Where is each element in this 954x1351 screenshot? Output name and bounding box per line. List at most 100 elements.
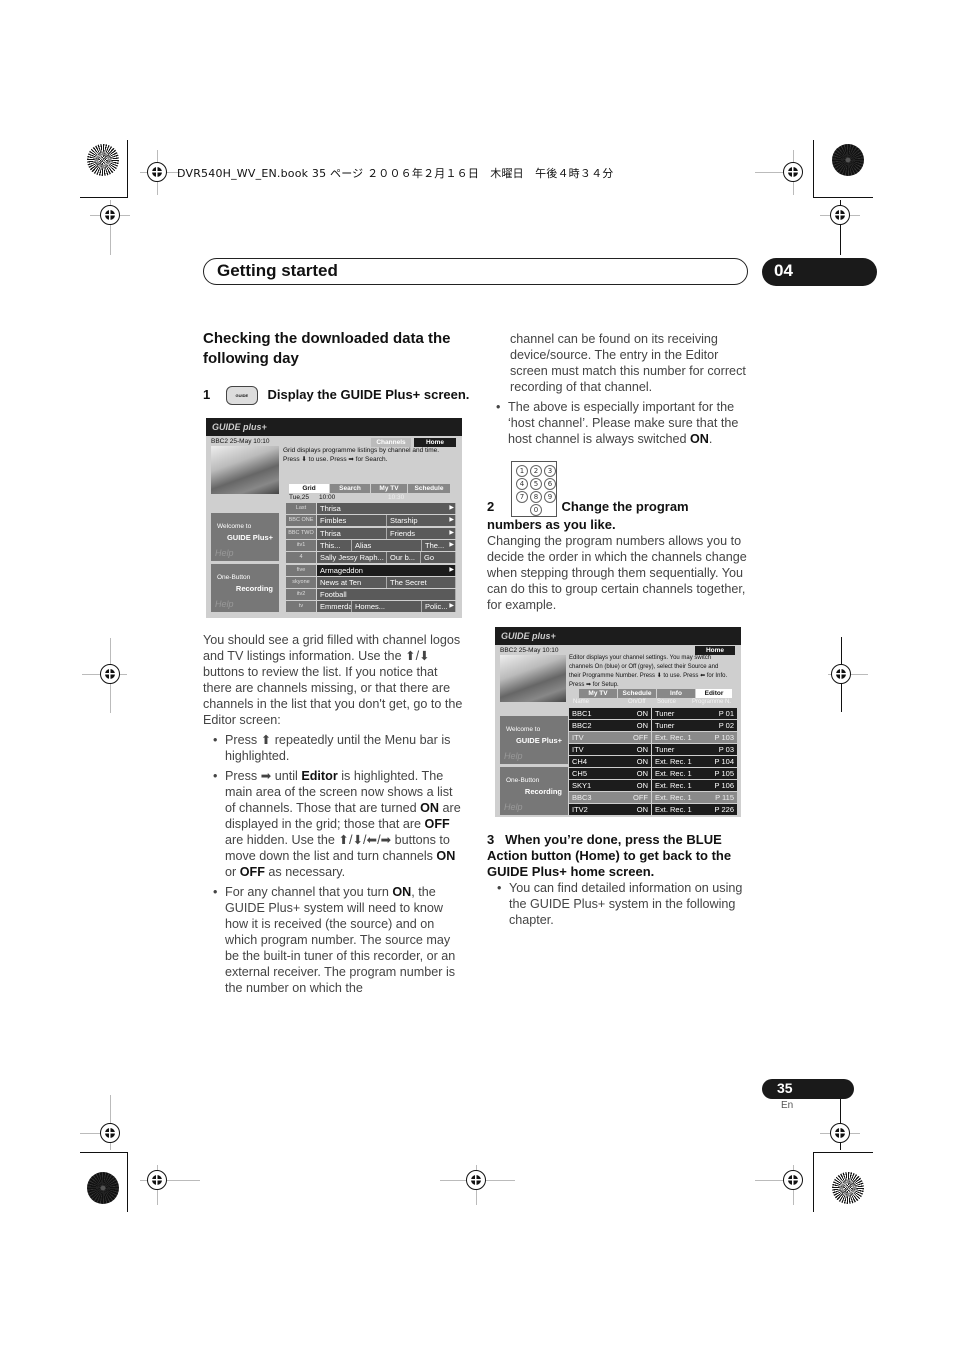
column-header-name: Name	[573, 699, 590, 705]
paragraph-text: channel can be found on its receiving de…	[510, 332, 746, 394]
programme-cell: Alias	[352, 539, 422, 551]
programme-number: P 115	[697, 792, 737, 803]
grid-row: five Armageddon ▶	[286, 564, 456, 576]
programme-cell: Thrisa	[317, 527, 387, 539]
step-text: Display the GUIDE Plus+ screen.	[267, 386, 470, 402]
channel-source: Tuner	[652, 708, 697, 719]
registration-mark-icon	[100, 664, 120, 684]
channel-row: ITV2 ON Ext. Rec. 1P 226	[569, 804, 737, 815]
channel-state: ON	[625, 744, 651, 755]
list-item: Press ➡ until Editor is highlighted. The…	[213, 768, 465, 880]
channel-logo: itv2	[286, 589, 316, 601]
channel-row: ITV ON Tuner P 03	[569, 744, 737, 755]
tab-info: Info	[657, 689, 695, 698]
programme-cell: The Secret	[387, 576, 456, 588]
grid-row: Last ChannelThrisa▶	[286, 503, 456, 522]
crop-mark	[813, 1152, 814, 1212]
grid-row: BBC ONE Fimbles Starship ▶	[286, 515, 456, 527]
step-3: 3 When you’re done, press the BLUE Actio…	[487, 832, 752, 880]
intro-paragraph: You should see a grid filled with channe…	[203, 632, 465, 1000]
keypad-key-3: 3	[544, 465, 556, 477]
channel-state: ON	[625, 708, 651, 719]
channel-logo: BBC ONE	[286, 515, 316, 527]
channel-source: Ext. Rec. 1	[652, 792, 697, 803]
keypad-key-1: 1	[516, 465, 528, 477]
screen-header-bar: GUIDE plus+	[206, 418, 462, 436]
time-label: 10:30	[388, 494, 405, 501]
programme-number: P 105	[697, 768, 737, 779]
crop-mark	[127, 1152, 128, 1212]
step-text: When you’re done, press the BLUE Action …	[487, 832, 732, 879]
channel-source: Ext. Rec. 1	[652, 780, 697, 791]
channel-row: SKY1 ON Ext. Rec. 1P 106	[569, 780, 737, 791]
programme-cell: Starship	[387, 515, 456, 527]
grid-row: itv1 This... Alias The... ▶	[286, 539, 456, 551]
grid-row: itv2 Football	[286, 589, 456, 601]
registration-mark-icon	[100, 1123, 120, 1143]
channel-source: Tuner	[652, 744, 697, 755]
channel-source: Ext. Rec. 1	[652, 768, 697, 779]
list-item: For any channel that you turn ON, the GU…	[213, 884, 465, 996]
channel-source: Ext. Rec. 1	[652, 804, 697, 815]
step-number: 3	[487, 832, 495, 847]
crop-mark	[80, 1152, 128, 1153]
registration-target-icon	[87, 1172, 119, 1204]
date-label: Tue,25	[289, 494, 309, 501]
registration-mark-icon	[783, 1170, 803, 1190]
crop-mark	[127, 140, 128, 198]
crop-mark	[813, 197, 873, 198]
programme-number: P 226	[697, 804, 737, 815]
tab-my-tv: My TV	[579, 689, 617, 698]
one-button-recording-panel: One-Button Recording Help	[211, 564, 279, 612]
channel-logo: skyone	[286, 576, 316, 588]
grid-row: tvEmmerdaleHomes...Polic...▶	[286, 601, 456, 613]
programme-cell: Go	[421, 552, 456, 564]
registration-mark-icon	[783, 162, 803, 182]
column-header-source: Source	[657, 699, 677, 705]
channel-state: ON	[625, 804, 651, 815]
channel-state: ON	[625, 780, 651, 791]
programme-cell: Football	[317, 589, 456, 601]
programme-number: P 03	[697, 744, 737, 755]
channel-row: BBC3 OFF Ext. Rec. 1P 115	[569, 792, 737, 803]
registration-mark-icon	[831, 664, 851, 684]
screen-description: Editor displays your channel settings. Y…	[569, 655, 728, 688]
step-number: 1	[203, 386, 211, 402]
channel-name: ITV2	[569, 804, 625, 815]
programme-cell: Homes...	[352, 601, 422, 613]
screen-description: Grid displays programme listings by chan…	[283, 447, 440, 463]
more-arrow-icon: ▶	[449, 566, 454, 573]
programme-cell: Thrisa	[317, 503, 456, 514]
channel-row: CH4 ON Ext. Rec. 1P 104	[569, 756, 737, 767]
page-number-badge: 35	[762, 1079, 854, 1099]
channel-source: Ext. Rec. 1	[652, 732, 697, 743]
step-2: 2 Change the program numbers as you like…	[487, 498, 747, 534]
channel-state: OFF	[625, 732, 651, 743]
channel-logo: five	[286, 564, 316, 576]
programme-number: P 103	[697, 732, 737, 743]
guide-plus-logo: GUIDE plus+	[501, 631, 556, 641]
channel-logo: itv1	[286, 539, 316, 551]
print-header: DVR540H_WV_EN.book 35 ページ ２００６年２月１６日 木曜日…	[177, 167, 614, 180]
step-2-body: Changing the program numbers allows you …	[487, 534, 747, 612]
channel-name: SKY1	[569, 780, 625, 791]
registration-mark-icon	[830, 205, 850, 225]
registration-mark-icon	[830, 1123, 850, 1143]
crop-mark	[80, 197, 128, 198]
channel-state: ON	[625, 768, 651, 779]
programme-cell: Friends	[387, 527, 456, 539]
programme-cell: Emmerdale	[317, 601, 352, 613]
channel-row: CH5 ON Ext. Rec. 1P 105	[569, 768, 737, 779]
programme-cell: This...	[317, 539, 352, 551]
registration-target-icon	[87, 144, 119, 176]
programme-cell: Fimbles	[317, 515, 387, 527]
channel-name: CH4	[569, 756, 625, 767]
channel-row: ITV OFF Ext. Rec. 1P 103	[569, 732, 737, 743]
keypad-key-4: 4	[516, 478, 528, 490]
crop-mark	[813, 140, 814, 198]
registration-mark-icon	[147, 162, 167, 182]
grid-row: BBC TWO Thrisa Friends ▶	[286, 527, 456, 539]
tab-my-tv: My TV	[371, 484, 407, 493]
page-number: 35	[777, 1080, 793, 1096]
channel-logo: Last Channel	[286, 503, 316, 522]
